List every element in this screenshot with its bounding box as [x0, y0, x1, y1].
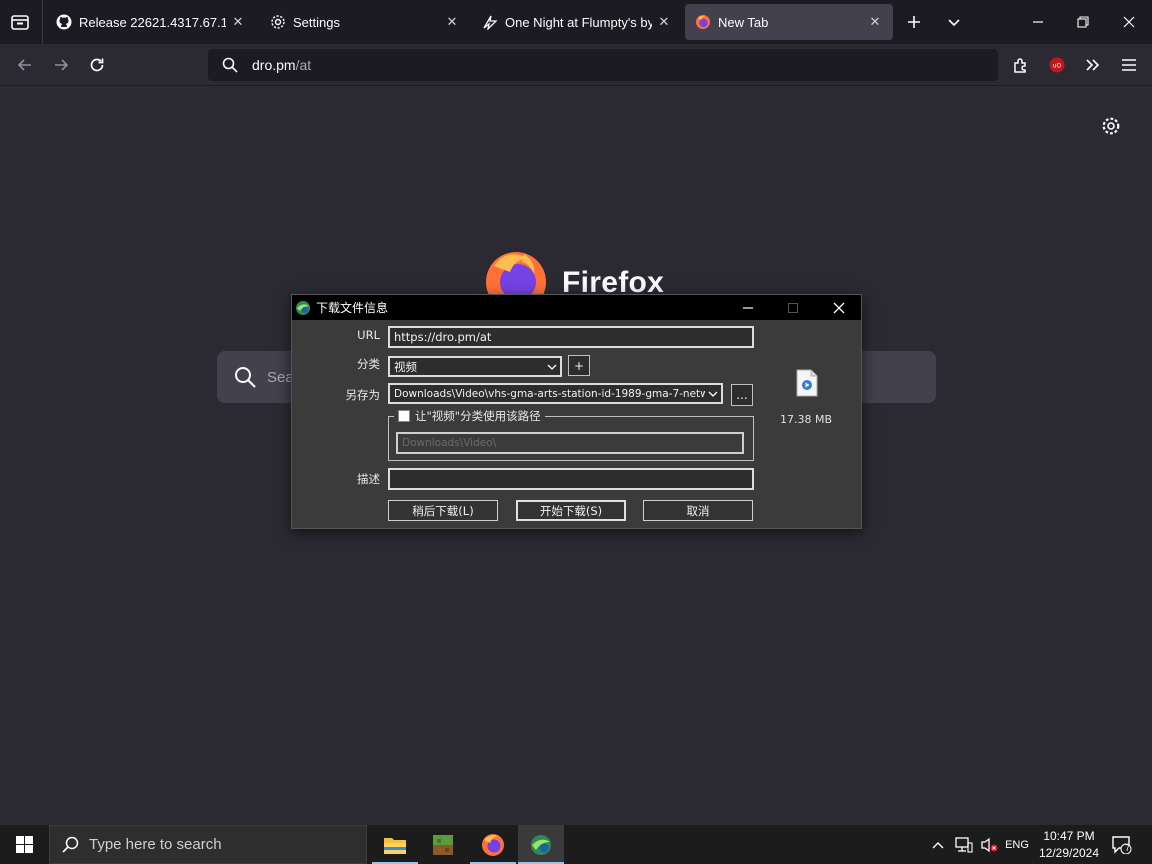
- url-host: dro.pm: [252, 57, 296, 73]
- idm-app-icon: [295, 300, 311, 316]
- close-icon[interactable]: ✕: [867, 14, 883, 30]
- svg-text:uO: uO: [1053, 63, 1062, 70]
- search-icon: [220, 55, 240, 75]
- close-window-button[interactable]: [1115, 8, 1143, 36]
- use-path-checkbox-row[interactable]: 让"视频"分类使用该路径: [394, 408, 545, 424]
- start-download-button[interactable]: 开始下载(S): [516, 500, 626, 521]
- category-path-field: Downloads\Video\: [396, 432, 744, 454]
- close-icon[interactable]: ✕: [444, 14, 460, 30]
- tab-release[interactable]: Release 22621.4317.67.1 · vali ✕: [46, 4, 256, 40]
- description-field[interactable]: [388, 468, 754, 490]
- minimize-button[interactable]: [1024, 8, 1052, 36]
- hamburger-menu-icon[interactable]: [1116, 52, 1142, 78]
- url-label: URL: [357, 328, 380, 342]
- search-icon: [233, 365, 257, 389]
- github-icon: [56, 14, 72, 30]
- overflow-chevron-icon[interactable]: [1080, 52, 1106, 78]
- use-path-checkbox-label: 让"视频"分类使用该路径: [415, 409, 541, 423]
- taskbar-search-box[interactable]: Type here to search: [49, 825, 367, 864]
- url-field[interactable]: https://dro.pm/at: [388, 326, 754, 348]
- close-icon[interactable]: ✕: [230, 14, 246, 30]
- close-icon[interactable]: ✕: [656, 14, 672, 30]
- category-select[interactable]: 视频: [388, 356, 562, 377]
- tab-new-tab[interactable]: New Tab ✕: [685, 4, 893, 40]
- chevron-down-icon: [544, 358, 560, 375]
- download-later-button[interactable]: 稍后下载(L): [388, 500, 498, 521]
- tab-strip: Release 22621.4317.67.1 · vali ✕ Setting…: [0, 0, 1152, 44]
- itch-icon: [482, 14, 498, 30]
- use-path-checkbox[interactable]: [398, 410, 410, 422]
- category-label: 分类: [357, 357, 380, 371]
- restore-button[interactable]: [1069, 8, 1097, 36]
- firefox-view-icon[interactable]: [8, 10, 32, 34]
- ublock-icon[interactable]: uO: [1044, 52, 1070, 78]
- description-label: 描述: [357, 472, 380, 486]
- clock-time: 10:47 PM: [1043, 829, 1095, 843]
- notification-count: 7: [1125, 843, 1131, 853]
- firefox-icon: [695, 14, 711, 30]
- tab-title: Release 22621.4317.67.1 · vali: [79, 14, 226, 30]
- forward-arrow-icon[interactable]: [48, 52, 74, 78]
- url-bar[interactable]: dro.pm/at: [208, 49, 998, 81]
- dialog-close-button[interactable]: [819, 295, 859, 320]
- tab-title: One Night at Flumpty's by Jo: [505, 14, 652, 30]
- extensions-icon[interactable]: [1008, 52, 1034, 78]
- navigation-toolbar: dro.pm/at uO: [0, 44, 1152, 86]
- new-tab-button[interactable]: [902, 10, 926, 34]
- category-value: 视频: [394, 359, 417, 374]
- add-category-button[interactable]: +: [568, 355, 590, 376]
- personalize-gear-icon[interactable]: [1101, 116, 1121, 136]
- minecraft-launcher-icon[interactable]: [420, 825, 466, 864]
- input-language-indicator[interactable]: ENG: [1003, 825, 1031, 864]
- dialog-minimize-button[interactable]: [728, 295, 768, 320]
- search-placeholder: Sea: [267, 368, 294, 386]
- video-file-icon: [796, 369, 818, 397]
- notification-center-icon[interactable]: 7: [1108, 825, 1136, 864]
- reload-icon[interactable]: [84, 52, 110, 78]
- dialog-maximize-button: [773, 295, 813, 320]
- windows-start-icon[interactable]: [0, 825, 48, 864]
- idm-taskbar-icon[interactable]: [518, 825, 564, 864]
- browse-button[interactable]: ...: [731, 384, 753, 406]
- firefox-logo-icon: [484, 252, 548, 312]
- cancel-button[interactable]: 取消: [643, 500, 753, 521]
- save-as-path-select[interactable]: Downloads\Video\vhs-gma-arts-station-id-…: [388, 383, 723, 404]
- tray-overflow-chevron-icon[interactable]: [928, 825, 948, 864]
- file-size: 17.38 MB: [780, 413, 833, 426]
- search-icon: [62, 836, 79, 853]
- save-as-label: 另存为: [345, 388, 381, 402]
- file-explorer-icon[interactable]: [372, 825, 418, 864]
- tab-title: New Tab: [718, 14, 769, 30]
- tab-flumpty[interactable]: One Night at Flumpty's by Jo ✕: [472, 4, 682, 40]
- windows-taskbar: Type here to search ENG 10:47 PM 12/29/2…: [0, 825, 1152, 864]
- volume-muted-icon[interactable]: [977, 825, 1001, 864]
- chevron-down-icon[interactable]: [942, 10, 966, 34]
- taskbar-clock[interactable]: 10:47 PM 12/29/2024: [1034, 828, 1104, 862]
- clock-date: 12/29/2024: [1038, 846, 1100, 860]
- firefox-taskbar-icon[interactable]: [470, 825, 516, 864]
- back-arrow-icon[interactable]: [12, 52, 38, 78]
- dialog-title: 下载文件信息: [316, 301, 389, 315]
- save-as-value: Downloads\Video\vhs-gma-arts-station-id-…: [394, 387, 723, 400]
- taskbar-search-placeholder: Type here to search: [89, 836, 222, 853]
- tab-title: Settings: [293, 14, 340, 30]
- download-file-info-dialog: 下载文件信息 URL https://dro.pm/at 分类 视频 + 另存为…: [291, 294, 862, 529]
- network-icon[interactable]: [952, 825, 976, 864]
- tab-separator: [42, 0, 43, 44]
- chevron-down-icon: [705, 385, 721, 402]
- url-path: /at: [295, 57, 312, 73]
- gear-icon: [270, 14, 286, 30]
- tab-settings[interactable]: Settings ✕: [260, 4, 470, 40]
